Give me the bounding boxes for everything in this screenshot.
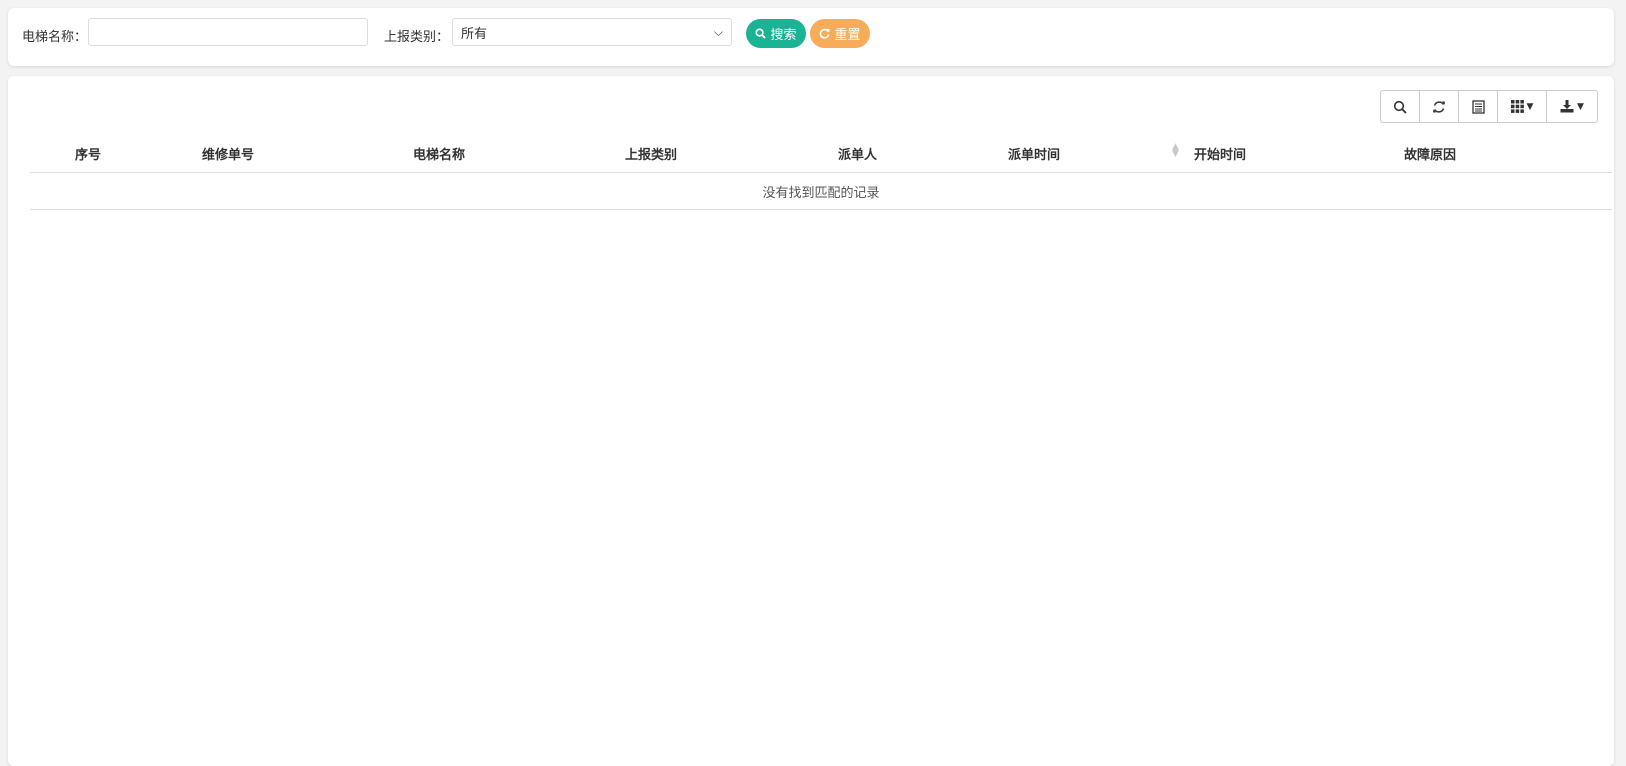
caret-down-icon: ▼ (1577, 101, 1584, 112)
column-header-elevator-name[interactable]: 电梯名称 (413, 144, 465, 163)
search-button[interactable]: 搜索 (746, 19, 806, 48)
toolbar-toggle-view-button[interactable] (1459, 91, 1498, 122)
table-header: 序号 维修单号 电梯名称 上报类别 派单人 派单时间 ▲ ▼ 开始时间 故障原因 (30, 132, 1612, 173)
search-button-label: 搜索 (770, 28, 797, 43)
search-icon (1393, 100, 1407, 114)
column-header-fault-reason[interactable]: 故障原因 (1404, 144, 1456, 163)
report-type-label: 上报类别： (384, 30, 450, 45)
column-header-dispatch-time[interactable]: 派单时间 (1008, 144, 1060, 163)
elevator-name-label: 电梯名称： (22, 30, 88, 45)
search-panel: 电梯名称： 上报类别： 所有 ⌵ 搜索 重置 (8, 8, 1614, 66)
column-header-dispatcher[interactable]: 派单人 (838, 144, 877, 163)
elevator-name-input[interactable] (88, 18, 368, 46)
toolbar-export-button[interactable]: ▼ (1547, 91, 1597, 122)
toolbar-refresh-button[interactable] (1420, 91, 1459, 122)
column-header-repair-no[interactable]: 维修单号 (202, 144, 254, 163)
report-type-selected: 所有 (461, 26, 488, 42)
search-icon (755, 28, 767, 39)
list-icon (1471, 99, 1485, 114)
toolbar-search-button[interactable] (1381, 91, 1420, 122)
toolbar-columns-button[interactable]: ▼ (1498, 91, 1547, 122)
sort-icon[interactable]: ▲ ▼ (1172, 143, 1179, 159)
empty-table-message: 没有找到匹配的记录 (30, 173, 1612, 210)
columns-icon (1510, 100, 1524, 113)
refresh-icon (820, 28, 831, 39)
chevron-down-icon: ⌵ (713, 24, 723, 39)
table-toolbar: ▼ ▼ (1380, 90, 1598, 123)
caret-down-icon: ▼ (1526, 101, 1534, 112)
reset-button-label: 重置 (834, 28, 861, 43)
column-header-report-type[interactable]: 上报类别 (625, 144, 677, 163)
reset-button[interactable]: 重置 (810, 19, 870, 48)
table-panel: ▼ ▼ 序号 维修单号 电梯名称 上报类别 派单人 派单时间 ▲ ▼ 开始时间 故… (8, 76, 1614, 766)
export-icon (1560, 100, 1574, 113)
column-header-index[interactable]: 序号 (75, 144, 101, 163)
column-header-start-time[interactable]: 开始时间 (1194, 144, 1246, 163)
report-type-select[interactable]: 所有 ⌵ (452, 18, 732, 46)
refresh-icon (1433, 100, 1445, 113)
